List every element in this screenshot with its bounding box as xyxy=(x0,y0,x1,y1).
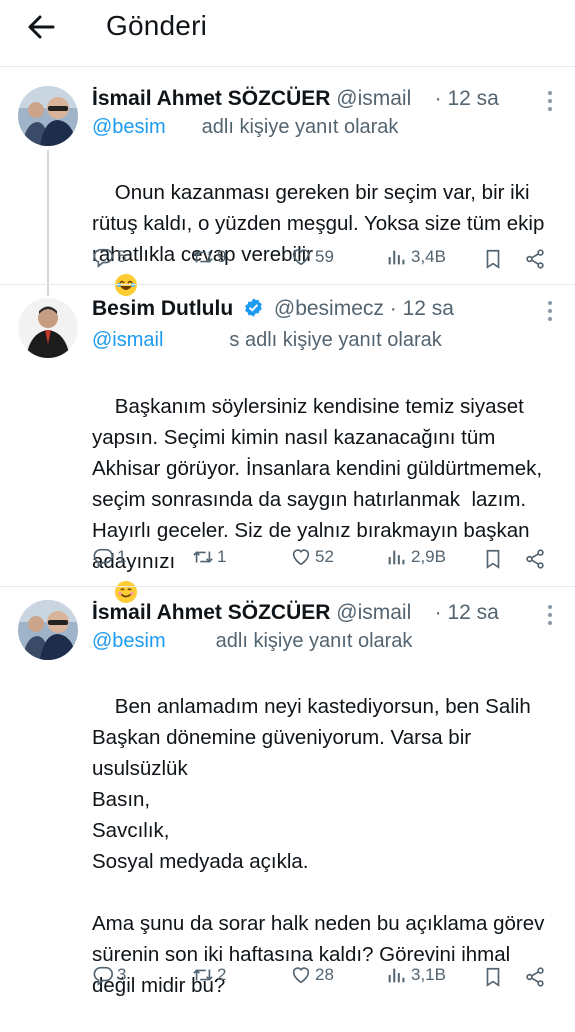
reply-button[interactable]: 3 xyxy=(92,964,126,986)
tweet-divider xyxy=(0,284,575,285)
tweet-header: İsmail Ahmet SÖZCÜER @ismail · 12 sa xyxy=(92,86,499,112)
reply-context-text: adlı kişiye yanıt olarak xyxy=(215,630,413,652)
thread-line xyxy=(47,150,49,296)
top-bar: Gönderi xyxy=(0,0,575,64)
avatar[interactable] xyxy=(18,298,78,358)
like-count: 28 xyxy=(315,965,334,984)
share-icon[interactable] xyxy=(524,248,546,270)
tweet-header: Besim Dutlulu @besimecz · 12 sa xyxy=(92,296,454,322)
like-count: 59 xyxy=(315,247,334,266)
author-name[interactable]: İsmail Ahmet SÖZCÜER xyxy=(92,601,330,624)
reply-count: 3 xyxy=(117,965,127,984)
reply-context: @besim adlı kişiye yanıt olarak xyxy=(92,114,398,140)
reply-context-text: s adlı kişiye yanıt olarak xyxy=(229,329,442,351)
tweet-text-content: Ben anlamadım neyi kastediyorsun, ben Sa… xyxy=(92,695,545,997)
timestamp[interactable]: 12 sa xyxy=(403,297,454,320)
reply-icon xyxy=(93,548,113,568)
more-options-icon[interactable] xyxy=(547,90,553,112)
author-handle[interactable]: @ismail xyxy=(336,87,411,110)
like-icon xyxy=(292,967,310,984)
tweet-2[interactable]: Besim Dutlulu @besimecz · 12 sa @ismail s… xyxy=(0,296,575,603)
views-button[interactable]: 3,1B xyxy=(386,964,446,986)
laughing-emoji-icon xyxy=(114,274,137,296)
tweet-1[interactable]: İsmail Ahmet SÖZCÜER @ismail · 12 sa @be… xyxy=(0,86,575,296)
reply-icon xyxy=(93,966,113,986)
view-count: 2,9B xyxy=(411,547,446,566)
author-name[interactable]: İsmail Ahmet SÖZCÜER xyxy=(92,87,330,110)
retweet-button[interactable]: 1 xyxy=(192,546,226,568)
reply-button[interactable]: 5 xyxy=(92,246,126,268)
views-button[interactable]: 3,4B xyxy=(386,246,446,268)
retweet-count: 2 xyxy=(217,965,227,984)
retweet-button[interactable]: 2 xyxy=(192,964,226,986)
separator-dot: · xyxy=(417,601,442,624)
header-divider xyxy=(0,66,575,67)
retweet-button[interactable]: 9 xyxy=(192,246,226,268)
like-icon xyxy=(292,249,310,266)
avatar[interactable] xyxy=(18,600,78,660)
separator-dot: · xyxy=(417,87,442,110)
author-handle[interactable]: @ismail xyxy=(336,601,411,624)
reply-mention-link[interactable]: @ismail xyxy=(92,329,163,351)
like-button[interactable]: 52 xyxy=(290,546,334,568)
views-icon xyxy=(388,968,405,983)
share-icon[interactable] xyxy=(524,548,546,570)
tweet-header: İsmail Ahmet SÖZCÜER @ismail · 12 sa xyxy=(92,600,499,626)
tweet-divider xyxy=(0,586,575,587)
more-options-icon[interactable] xyxy=(547,300,553,322)
reply-context: @ismail s adlı kişiye yanıt olarak xyxy=(92,327,442,353)
reply-context-text: adlı kişiye yanıt olarak xyxy=(201,116,399,138)
retweet-icon xyxy=(193,251,213,263)
author-name[interactable]: Besim Dutlulu xyxy=(92,297,233,320)
reply-mention-link[interactable]: @besim xyxy=(92,116,166,138)
tweet-actions: 5 9 59 3,4B xyxy=(92,246,552,272)
verified-badge-icon xyxy=(245,298,262,317)
share-icon[interactable] xyxy=(524,966,546,988)
avatar[interactable] xyxy=(18,86,78,146)
reply-count: 5 xyxy=(117,247,127,266)
like-count: 52 xyxy=(315,547,334,566)
reply-context: @besim adlı kişiye yanıt olarak xyxy=(92,628,412,654)
like-button[interactable]: 28 xyxy=(290,964,334,986)
back-arrow-icon[interactable] xyxy=(26,12,56,42)
retweet-icon xyxy=(193,551,213,563)
timestamp[interactable]: 12 sa xyxy=(447,601,498,624)
page-title: Gönderi xyxy=(106,10,208,41)
views-icon xyxy=(388,250,405,265)
tweet-3[interactable]: İsmail Ahmet SÖZCÜER @ismail · 12 sa @be… xyxy=(0,600,575,1000)
reply-mention-link[interactable]: @besim xyxy=(92,630,166,652)
reply-button[interactable]: 1 xyxy=(92,546,126,568)
bookmark-icon[interactable] xyxy=(482,966,504,988)
views-button[interactable]: 2,9B xyxy=(386,546,446,568)
tweet-actions: 1 1 52 2,9B xyxy=(92,546,552,572)
like-icon xyxy=(292,549,310,566)
retweet-icon xyxy=(193,969,213,981)
view-count: 3,4B xyxy=(411,247,446,266)
bookmark-icon[interactable] xyxy=(482,548,504,570)
tweet-actions: 3 2 28 3,1B xyxy=(92,964,552,990)
like-button[interactable]: 59 xyxy=(290,246,334,268)
retweet-count: 1 xyxy=(217,547,227,566)
separator-dot: · xyxy=(389,297,397,320)
reply-icon xyxy=(93,248,113,268)
retweet-count: 9 xyxy=(217,247,227,266)
tweet-text: Başkanım söylersiniz kendisine temiz siy… xyxy=(92,360,552,639)
reply-count: 1 xyxy=(117,547,127,566)
more-options-icon[interactable] xyxy=(547,604,553,626)
timestamp[interactable]: 12 sa xyxy=(447,87,498,110)
view-count: 3,1B xyxy=(411,965,446,984)
author-handle[interactable]: @besimecz xyxy=(274,297,384,320)
views-icon xyxy=(388,550,405,565)
bookmark-icon[interactable] xyxy=(482,248,504,270)
